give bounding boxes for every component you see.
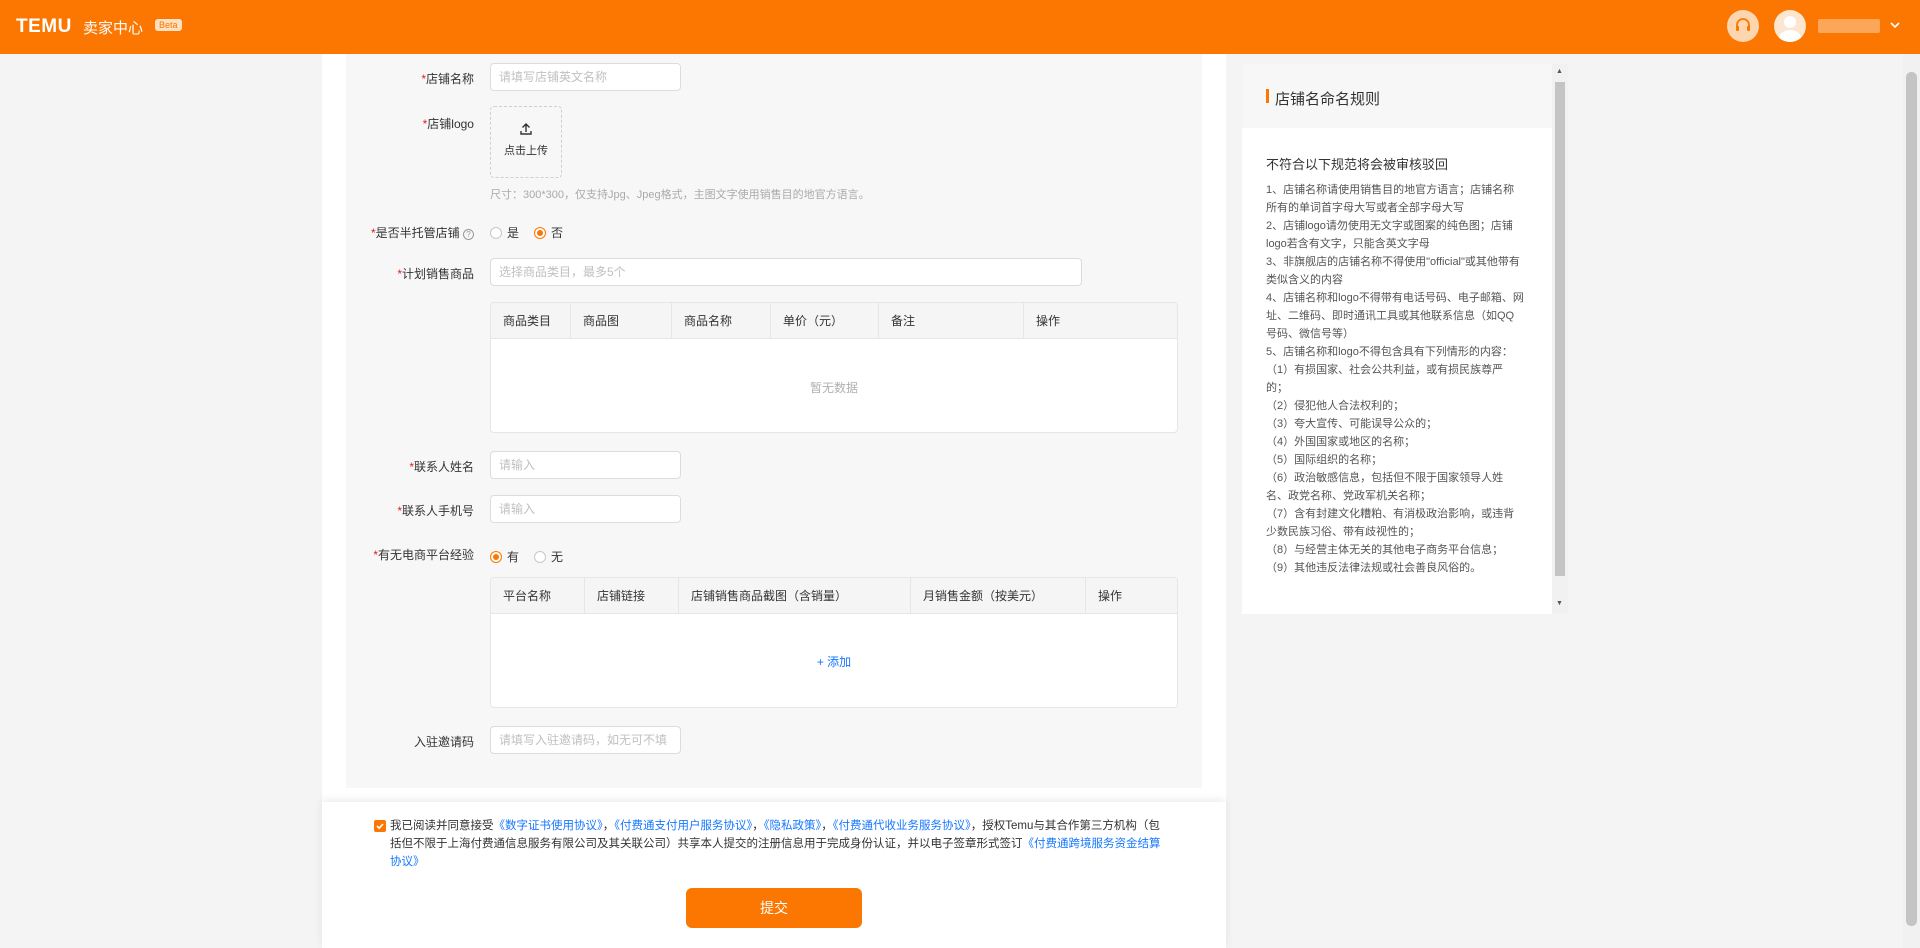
col-monthly-sales: 月销售金额（按美元） [911,578,1086,614]
empty-state: 暂无数据 [809,381,858,395]
logo-hint: 尺寸：300*300，仅支持Jpg、Jpeg格式，主图文字使用销售目的地官方语言… [490,189,870,201]
col-platform-name: 平台名称 [491,578,585,614]
contact-name-input[interactable]: 请输入 [490,451,681,479]
platforms-table: 平台名称 店铺链接 店铺销售商品截图（含销量） 月销售金额（按美元） 操作 + … [490,577,1178,708]
col-remark: 备注 [879,303,1024,339]
top-bar: TEMU 卖家中心 Beta [0,0,1920,54]
store-name-input[interactable]: 请填写店铺英文名称 [490,63,681,91]
rule-item: （8）与经营主体无关的其他电子商务平台信息； [1266,544,1504,556]
upload-icon [520,123,532,135]
products-table-header: 商品类目 商品图 商品名称 单价（元） 备注 操作 [491,303,1177,339]
platforms-table-header: 平台名称 店铺链接 店铺销售商品截图（含销量） 月销售金额（按美元） 操作 [491,578,1177,614]
logo-upload-button[interactable]: 点击上传 [490,106,562,178]
col-name: 商品名称 [672,303,771,339]
naming-rules-panel: 店铺名命名规则 不符合以下规范将会被审核驳回 1、店铺名称请使用销售目的地官方语… [1242,64,1552,614]
help-icon[interactable]: ? [463,229,474,240]
rule-item: （1）有损国家、社会公共利益，或有损民族尊严的； [1266,364,1504,394]
scroll-down-arrow-icon[interactable]: ▼ [1556,600,1563,607]
privacy-policy-link[interactable]: 《隐私政策》 [764,820,822,832]
rule-item: 4、店铺名称和logo不得带有电话号码、电子邮箱、网址、二维码、即时通讯工具或其… [1266,292,1524,340]
submit-button[interactable]: 提交 [686,888,862,928]
scroll-up-arrow-icon[interactable]: ▲ [1556,68,1563,75]
rule-item: 2、店铺logo请勿使用无文字或图案的纯色图；店铺logo若含有文字，只能含英文… [1266,220,1513,250]
col-price: 单价（元） [771,303,879,339]
col-store-link: 店铺链接 [585,578,679,614]
semi-managed-no[interactable]: 否 [534,224,563,241]
user-avatar-icon[interactable] [1774,10,1806,42]
beta-badge: Beta [155,19,182,31]
rules-header: 店铺名命名规则 [1242,64,1552,128]
invite-code-input[interactable]: 请填写入驻邀请码，如无可不填 [490,726,681,754]
upload-label: 点击上传 [504,145,548,157]
rules-title: 店铺名命名规则 [1275,91,1381,108]
contact-phone-label: *联系人手机号 [397,504,474,518]
experience-yes[interactable]: 有 [490,548,519,565]
check-icon [376,823,384,830]
semi-managed-yes[interactable]: 是 [490,224,519,241]
ecommerce-experience-label: *有无电商平台经验 [373,548,474,562]
collection-service-agreement-link[interactable]: 《付费通代收业务服务协议》 [833,820,971,832]
semi-managed-label: *是否半托管店铺 ? [350,224,474,241]
title-accent-bar [1266,89,1269,103]
products-table: 商品类目 商品图 商品名称 单价（元） 备注 操作 暂无数据 [490,302,1178,433]
col-action: 操作 [1036,314,1061,328]
rule-item: （2）侵犯他人合法权利的； [1266,400,1405,412]
invite-code-label: 入驻邀请码 [413,735,474,749]
contact-name-label: *联系人姓名 [409,460,474,474]
rules-subtitle: 不符合以下规范将会被审核驳回 [1266,157,1449,172]
product-category-select[interactable]: 选择商品类目，最多5个 [490,258,1082,286]
rule-item: 1、店铺名称请使用销售目的地官方语言；店铺名称所有的单词首字母大写或者全部字母大… [1266,184,1515,214]
add-platform-button[interactable]: + 添加 [491,653,1177,670]
planned-products-label: *计划销售商品 [397,267,474,281]
page-scrollbar-thumb[interactable] [1906,72,1917,926]
store-name-label: *店铺名称 [421,72,474,86]
rules-list: 1、店铺名称请使用销售目的地官方语言；店铺名称所有的单词首字母大写或者全部字母大… [1266,181,1524,577]
rule-item: 5、店铺名称和logo不得包含具有下列情形的内容： [1266,346,1513,358]
rule-item: （7）含有封建文化糟粕、有消极政治影响，或违背少数民族习俗、带有歧视性的； [1266,508,1515,538]
rule-item: （4）外国国家或地区的名称； [1266,436,1416,448]
temu-logo[interactable]: TEMU [16,16,72,38]
digital-cert-agreement-link[interactable]: 《数字证书使用协议》 [494,820,603,832]
payment-user-agreement-link[interactable]: 《付费通支付用户服务协议》 [614,820,752,832]
col-category: 商品类目 [491,303,571,339]
col-sales-screenshot: 店铺销售商品截图（含销量） [679,578,911,614]
contact-phone-input[interactable]: 请输入 [490,495,681,523]
rule-item: （3）夸大宣传、可能误导公众的； [1266,418,1438,430]
rule-item: 3、非旗舰店的店铺名称不得使用"official"或其他带有类似含义的内容 [1266,256,1520,286]
rule-item: （5）国际组织的名称； [1266,454,1383,466]
col-action: 操作 [1098,589,1123,603]
rules-scrollbar-thumb[interactable] [1555,82,1565,576]
col-image: 商品图 [571,303,672,339]
app-name: 卖家中心 [83,20,144,37]
agreement-text: 我已阅读并同意接受《数字证书使用协议》，《付费通支付用户服务协议》，《隐私政策》… [390,820,1161,868]
username[interactable] [1818,19,1880,33]
store-logo-label: *店铺logo [422,117,474,131]
headset-icon[interactable] [1727,10,1759,42]
chevron-down-icon[interactable] [1888,18,1902,32]
agreement-checkbox[interactable] [374,820,386,832]
rule-item: （9）其他违反法律法规或社会善良风俗的。 [1266,562,1482,574]
rule-item: （6）政治敏感信息，包括但不限于国家领导人姓名、政党名称、党政军机关名称； [1266,472,1504,502]
experience-no[interactable]: 无 [534,548,563,565]
